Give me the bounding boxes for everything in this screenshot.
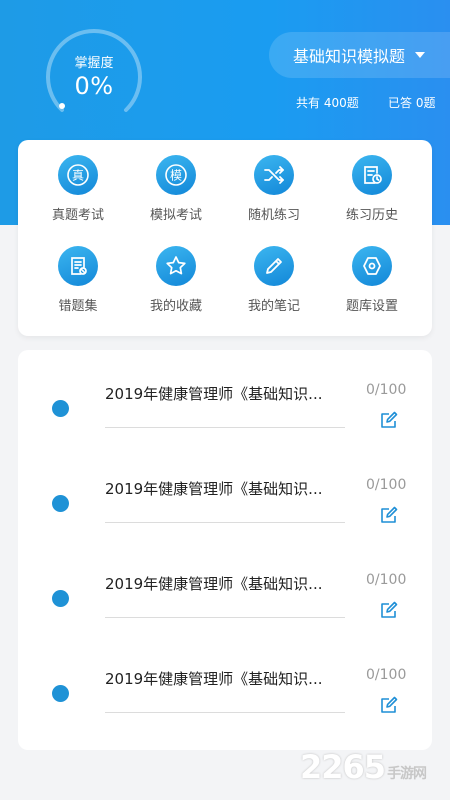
tool-mock-exam[interactable]: 模 模拟考试 <box>131 155 221 223</box>
bullet-dot <box>52 685 69 702</box>
paper-title: 2019年健康管理师《基础知识... <box>105 575 323 593</box>
tool-notes[interactable]: 我的笔记 <box>229 246 319 314</box>
paper-title: 2019年健康管理师《基础知识... <box>105 385 323 403</box>
paper-title: 2019年健康管理师《基础知识... <box>105 670 323 688</box>
tool-label: 我的笔记 <box>247 299 300 314</box>
tool-bank-settings[interactable]: 题库设置 <box>327 246 417 314</box>
paper-list: 2019年健康管理师《基础知识... 0/100 2019年健康管理师《基础知识… <box>18 350 432 750</box>
mock-exam-icon: 模 <box>156 155 196 195</box>
edit-icon[interactable] <box>379 695 399 715</box>
mock-exam-glyph: 模 <box>170 169 182 183</box>
tool-label: 错题集 <box>58 299 98 314</box>
tool-label: 模拟考试 <box>149 208 202 223</box>
tool-practice-history[interactable]: 练习历史 <box>327 155 417 223</box>
list-item[interactable]: 2019年健康管理师《基础知识... 0/100 <box>18 445 432 540</box>
wrong-questions-icon <box>58 246 98 286</box>
edit-icon[interactable] <box>379 505 399 525</box>
tool-label: 随机练习 <box>247 208 300 223</box>
edit-icon[interactable] <box>379 600 399 620</box>
real-exam-glyph: 真 <box>72 169 84 183</box>
history-icon <box>352 155 392 195</box>
list-item[interactable]: 2019年健康管理师《基础知识... 0/100 <box>18 635 432 730</box>
paper-title: 2019年健康管理师《基础知识... <box>105 480 323 498</box>
divider <box>105 522 345 523</box>
divider <box>105 617 345 618</box>
list-item[interactable]: 2019年健康管理师《基础知识... 0/100 <box>18 350 432 445</box>
answered-questions: 已答 0题 <box>388 96 436 110</box>
total-questions: 共有 400题 <box>296 96 359 110</box>
tool-label: 练习历史 <box>345 208 398 223</box>
tools-grid: 真 真题考试 模 模拟考试 随机练习 练习历史 错题集 我的收藏 我的笔记 题库… <box>18 140 432 336</box>
paper-progress: 0/100 <box>366 382 407 398</box>
list-item[interactable]: 2019年健康管理师《基础知识... 0/100 <box>18 540 432 635</box>
question-bank-selector[interactable]: 基础知识模拟题 <box>269 32 450 78</box>
tool-label: 我的收藏 <box>149 299 202 314</box>
tool-real-exam[interactable]: 真 真题考试 <box>33 155 123 223</box>
bullet-dot <box>52 400 69 417</box>
paper-progress: 0/100 <box>366 477 407 493</box>
tool-random-practice[interactable]: 随机练习 <box>229 155 319 223</box>
paper-progress: 0/100 <box>366 667 407 683</box>
divider <box>105 712 345 713</box>
shuffle-icon <box>254 155 294 195</box>
paper-progress: 0/100 <box>366 572 407 588</box>
divider <box>105 427 345 428</box>
mastery-value: 0% <box>74 72 114 100</box>
tool-label: 题库设置 <box>345 299 398 314</box>
real-exam-icon: 真 <box>58 155 98 195</box>
watermark-brand: 2265 <box>300 748 386 786</box>
bullet-dot <box>52 590 69 607</box>
watermark-suffix: 手游网 <box>387 766 427 782</box>
gauge-indicator-dot <box>59 103 65 109</box>
settings-icon <box>352 246 392 286</box>
pencil-icon <box>254 246 294 286</box>
mastery-label: 掌握度 <box>74 56 114 71</box>
edit-icon[interactable] <box>379 410 399 430</box>
tool-wrong-questions[interactable]: 错题集 <box>33 246 123 314</box>
tool-label: 真题考试 <box>51 208 104 223</box>
bank-title: 基础知识模拟题 <box>293 47 406 66</box>
chevron-down-icon <box>415 52 426 58</box>
tool-favorites[interactable]: 我的收藏 <box>131 246 221 314</box>
star-icon <box>156 246 196 286</box>
watermark-logo: 2265 手游网 <box>300 748 427 786</box>
bullet-dot <box>52 495 69 512</box>
